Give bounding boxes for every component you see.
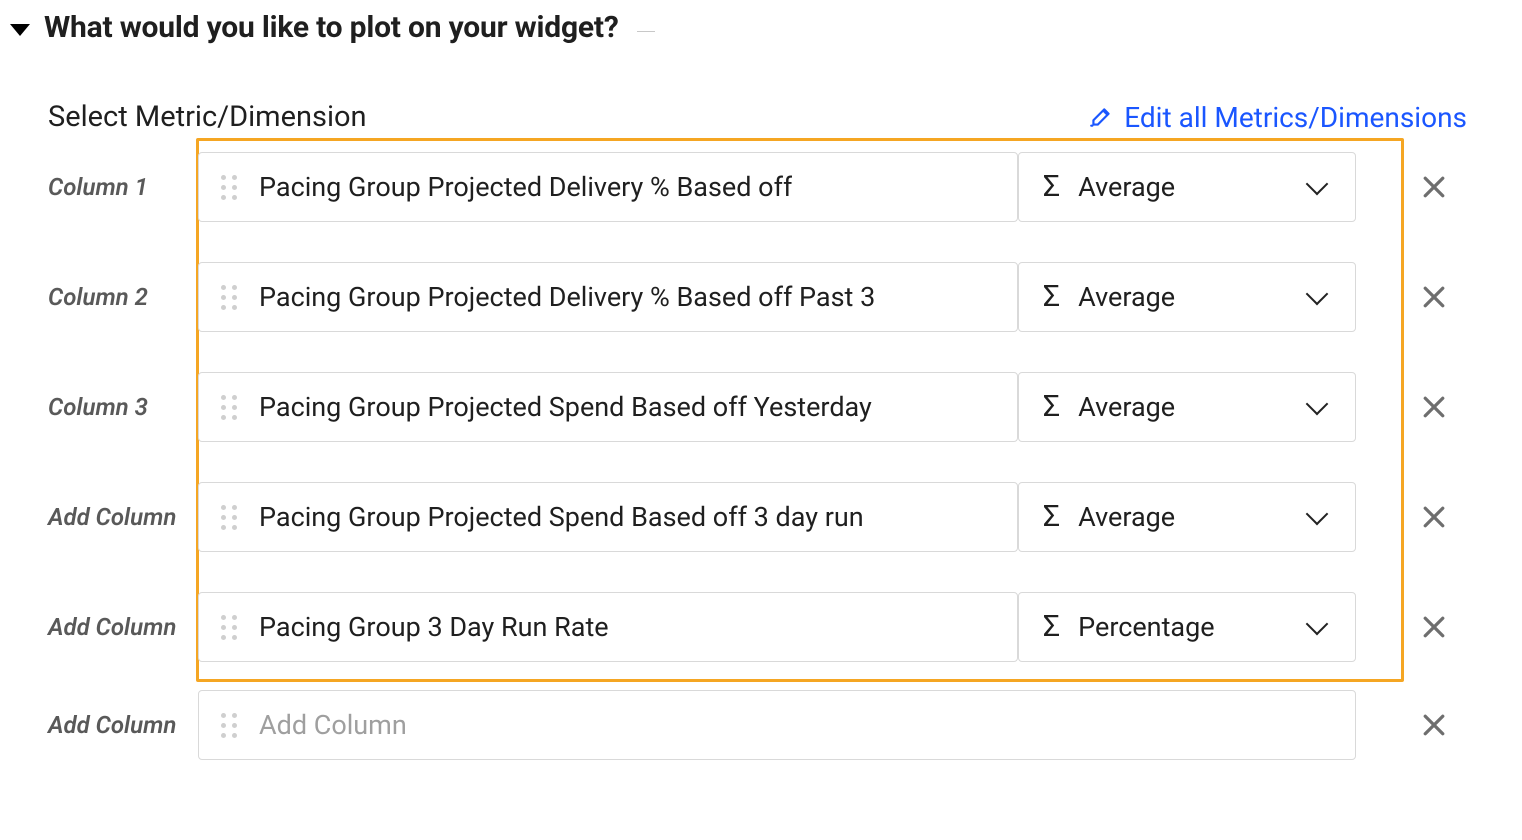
sigma-icon: Σ	[1043, 172, 1060, 202]
chevron-down-icon	[1306, 283, 1329, 306]
aggregation-value: Average	[1078, 501, 1175, 533]
metric-row: Add Column Pacing Group 3 Day Run Rate Σ…	[48, 592, 1467, 662]
metric-select[interactable]: Pacing Group Projected Spend Based off 3…	[198, 482, 1018, 552]
aggregation-select[interactable]: Σ Average	[1018, 482, 1356, 552]
chevron-down-icon	[1306, 613, 1329, 636]
column-label: Add Column	[48, 711, 183, 739]
remove-row-button[interactable]	[1416, 279, 1452, 315]
metric-placeholder: Add Column	[259, 709, 407, 741]
metric-row: Column 2 Pacing Group Projected Delivery…	[48, 262, 1467, 332]
aggregation-value: Percentage	[1078, 611, 1214, 643]
column-label: Add Column	[48, 503, 183, 531]
divider-line	[637, 31, 655, 32]
chevron-down-icon	[1306, 393, 1329, 416]
edit-all-link-label: Edit all Metrics/Dimensions	[1124, 101, 1467, 134]
metric-select[interactable]: Pacing Group Projected Spend Based off Y…	[198, 372, 1018, 442]
remove-row-button[interactable]	[1416, 169, 1452, 205]
metric-value: Pacing Group 3 Day Run Rate	[259, 611, 609, 643]
sigma-icon: Σ	[1043, 282, 1060, 312]
remove-row-button[interactable]	[1416, 389, 1452, 425]
metric-row: Column 1 Pacing Group Projected Delivery…	[48, 152, 1467, 222]
drag-handle-icon[interactable]	[221, 285, 237, 310]
sigma-icon: Σ	[1043, 612, 1060, 642]
drag-handle-icon[interactable]	[221, 713, 237, 738]
drag-handle-icon[interactable]	[221, 505, 237, 530]
metric-value: Pacing Group Projected Delivery % Based …	[259, 171, 792, 203]
drag-handle-icon[interactable]	[221, 615, 237, 640]
sigma-icon: Σ	[1043, 392, 1060, 422]
aggregation-select[interactable]: Σ Average	[1018, 372, 1356, 442]
subheader-label: Select Metric/Dimension	[48, 100, 367, 134]
chevron-down-icon	[1306, 503, 1329, 526]
drag-handle-icon[interactable]	[221, 175, 237, 200]
chevron-down-icon	[1306, 173, 1329, 196]
metric-row: Column 3 Pacing Group Projected Spend Ba…	[48, 372, 1467, 442]
aggregation-select[interactable]: Σ Average	[1018, 262, 1356, 332]
metric-value: Pacing Group Projected Spend Based off Y…	[259, 391, 872, 423]
metric-select[interactable]: Pacing Group Projected Delivery % Based …	[198, 262, 1018, 332]
metric-row: Add Column Add Column	[48, 690, 1467, 760]
section-title: What would you like to plot on your widg…	[44, 10, 619, 45]
column-label: Column 3	[48, 393, 183, 421]
aggregation-select[interactable]: Σ Average	[1018, 152, 1356, 222]
metric-rows: Column 1 Pacing Group Projected Delivery…	[48, 152, 1467, 760]
column-label: Column 1	[48, 173, 183, 201]
column-label: Column 2	[48, 283, 183, 311]
pencil-icon	[1088, 104, 1114, 130]
aggregation-value: Average	[1078, 391, 1175, 423]
drag-handle-icon[interactable]	[221, 395, 237, 420]
disclosure-toggle-icon[interactable]	[10, 24, 30, 36]
sigma-icon: Σ	[1043, 502, 1060, 532]
remove-row-button[interactable]	[1416, 499, 1452, 535]
subheader: Select Metric/Dimension Edit all Metrics…	[48, 100, 1467, 134]
edit-all-link[interactable]: Edit all Metrics/Dimensions	[1088, 101, 1467, 134]
metric-value: Pacing Group Projected Spend Based off 3…	[259, 501, 864, 533]
remove-row-button[interactable]	[1416, 609, 1452, 645]
metric-row: Add Column Pacing Group Projected Spend …	[48, 482, 1467, 552]
metric-select[interactable]: Add Column	[198, 690, 1356, 760]
metric-value: Pacing Group Projected Delivery % Based …	[259, 281, 875, 313]
aggregation-value: Average	[1078, 281, 1175, 313]
aggregation-select[interactable]: Σ Percentage	[1018, 592, 1356, 662]
column-label: Add Column	[48, 613, 183, 641]
remove-row-button[interactable]	[1416, 707, 1452, 743]
aggregation-value: Average	[1078, 171, 1175, 203]
metric-select[interactable]: Pacing Group Projected Delivery % Based …	[198, 152, 1018, 222]
metric-select[interactable]: Pacing Group 3 Day Run Rate	[198, 592, 1018, 662]
section-header: What would you like to plot on your widg…	[10, 10, 1467, 45]
